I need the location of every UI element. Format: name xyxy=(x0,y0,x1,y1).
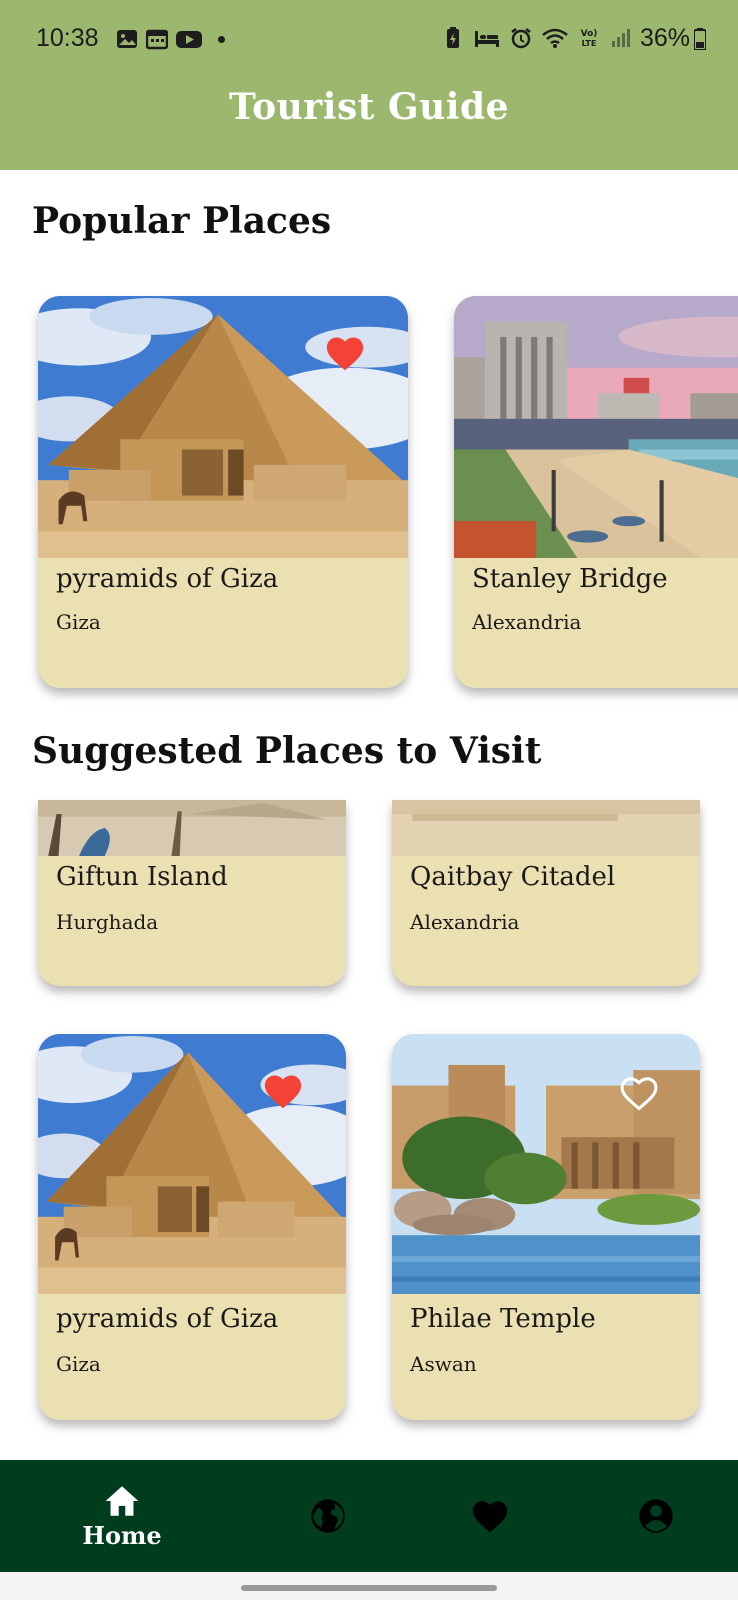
suggested-card-giftun-island[interactable]: Giftun Island Hurghada xyxy=(38,800,346,986)
notification-dot xyxy=(218,35,225,43)
place-name: Philae Temple xyxy=(410,1304,596,1334)
place-city: Giza xyxy=(56,1352,101,1376)
battery-icon xyxy=(694,27,706,50)
popular-places-heading: Popular Places xyxy=(32,200,332,242)
image-icon xyxy=(117,30,137,48)
account-icon xyxy=(639,1499,673,1533)
wifi-icon xyxy=(542,28,568,48)
favorite-heart-outline-icon[interactable] xyxy=(618,1074,660,1112)
svg-text:LTE: LTE xyxy=(582,39,597,48)
suggested-card-philae-temple[interactable]: Philae Temple Aswan xyxy=(392,1034,700,1420)
favorite-heart-icon[interactable] xyxy=(324,334,366,372)
battery-indicator: 36% xyxy=(640,24,706,53)
nav-item-explore[interactable] xyxy=(298,1460,358,1572)
place-city: Alexandria xyxy=(472,610,582,634)
nav-label-home: Home xyxy=(82,1520,162,1550)
place-city: Giza xyxy=(56,610,101,634)
place-name: Stanley Bridge xyxy=(472,564,668,594)
globe-icon xyxy=(311,1499,345,1533)
bottom-navigation: Home xyxy=(0,1460,738,1572)
suggested-card-pyramids[interactable]: pyramids of Giza Giza xyxy=(38,1034,346,1420)
favorite-heart-icon[interactable] xyxy=(262,1072,304,1110)
battery-percent: 36% xyxy=(639,24,690,52)
battery-saver-icon xyxy=(447,27,459,48)
status-left-icons xyxy=(116,28,225,50)
nav-item-favorites[interactable] xyxy=(460,1460,520,1572)
svg-text:Vo): Vo) xyxy=(581,29,598,39)
status-time: 10:38 xyxy=(36,24,99,52)
nav-item-profile[interactable] xyxy=(626,1460,686,1572)
volte-icon: Vo)LTE xyxy=(581,29,598,48)
status-right-icons: Vo) LTE xyxy=(442,27,632,49)
app-header: 10:38 Vo) LTE 36% Tourist Guide xyxy=(0,0,738,170)
gesture-handle[interactable] xyxy=(241,1585,497,1591)
calendar-icon xyxy=(146,29,168,50)
youtube-icon xyxy=(176,31,202,48)
suggested-places-heading: Suggested Places to Visit xyxy=(32,730,542,772)
place-city: Alexandria xyxy=(410,910,520,934)
signal-icon xyxy=(612,29,630,47)
place-name: Qaitbay Citadel xyxy=(410,862,616,892)
place-name: Giftun Island xyxy=(56,862,228,892)
place-city: Aswan xyxy=(410,1352,477,1376)
place-image xyxy=(392,800,700,856)
home-icon xyxy=(105,1485,139,1516)
place-image xyxy=(38,800,346,856)
heart-icon xyxy=(472,1501,508,1533)
nav-item-home[interactable]: Home xyxy=(72,1460,172,1572)
place-image xyxy=(392,1034,700,1294)
place-city: Hurghada xyxy=(56,910,159,934)
alarm-icon xyxy=(511,28,531,49)
suggested-card-qaitbay-citadel[interactable]: Qaitbay Citadel Alexandria xyxy=(392,800,700,986)
app-title: Tourist Guide xyxy=(228,86,510,128)
place-name: pyramids of Giza xyxy=(56,564,279,594)
status-bar: 10:38 Vo) LTE 36% xyxy=(0,0,738,80)
popular-card-pyramids[interactable]: pyramids of Giza Giza xyxy=(38,296,408,688)
popular-card-stanley-bridge[interactable]: Stanley Bridge Alexandria xyxy=(454,296,738,688)
bed-icon xyxy=(475,31,499,47)
place-name: pyramids of Giza xyxy=(56,1304,279,1334)
place-image xyxy=(454,296,738,558)
